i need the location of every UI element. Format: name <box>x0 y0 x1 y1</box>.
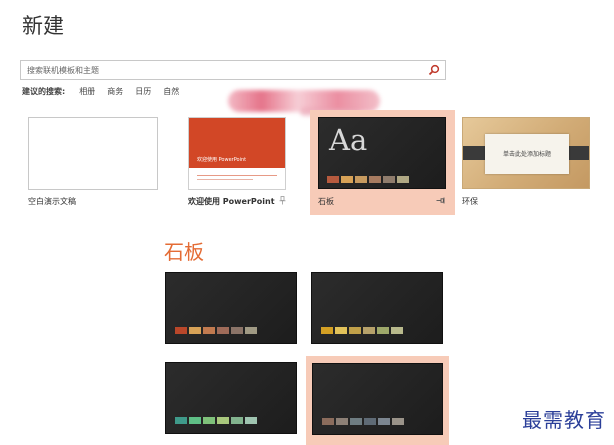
theme-preview-title: 石板 <box>164 240 204 264</box>
eco-thumb-text: 单击此处添加标题 <box>502 151 551 158</box>
template-thumbnail[interactable]: 欢迎使用 PowerPoint <box>188 117 286 190</box>
theme-variant-1[interactable] <box>165 272 297 344</box>
template-label: 欢迎使用 PowerPoint <box>188 197 275 206</box>
search-box[interactable] <box>20 60 446 80</box>
suggestion-link-calendar[interactable]: 日历 <box>135 86 151 97</box>
pin-icon[interactable] <box>279 196 286 205</box>
color-swatch <box>245 417 257 424</box>
color-swatch <box>383 176 395 183</box>
template-thumbnail[interactable] <box>28 117 158 190</box>
slate-thumb-text: Aa <box>329 123 368 157</box>
suggested-searches: 建议的搜索: 相册 商务 日历 自然 <box>22 86 191 97</box>
color-swatch <box>217 417 229 424</box>
color-swatch <box>397 176 409 183</box>
theme-variant-3[interactable] <box>165 362 297 434</box>
color-swatch <box>327 176 339 183</box>
eco-title-card: 单击此处添加标题 <box>485 134 569 174</box>
search-icon[interactable] <box>428 64 440 76</box>
color-swatch <box>322 418 334 425</box>
color-swatch <box>335 327 347 334</box>
color-swatch <box>369 176 381 183</box>
color-swatch <box>245 327 257 334</box>
color-swatch <box>189 327 201 334</box>
color-swatch <box>231 417 243 424</box>
color-swatch <box>203 327 215 334</box>
suggestion-link-business[interactable]: 商务 <box>107 86 123 97</box>
color-swatch <box>321 327 333 334</box>
pin-icon[interactable] <box>436 197 445 204</box>
template-eco[interactable]: 单击此处添加标题 环保 <box>462 117 592 212</box>
theme-variant-2[interactable] <box>311 272 443 344</box>
color-swatch <box>336 418 348 425</box>
color-swatch <box>391 327 403 334</box>
color-swatch <box>364 418 376 425</box>
template-welcome-powerpoint[interactable]: 欢迎使用 PowerPoint 欢迎使用 PowerPoint <box>188 117 308 212</box>
welcome-thumb-line <box>197 179 253 180</box>
color-swatch <box>355 176 367 183</box>
suggestion-link-nature[interactable]: 自然 <box>163 86 179 97</box>
color-swatch <box>175 417 187 424</box>
color-swatch <box>392 418 404 425</box>
template-slate[interactable]: Aa 石板 <box>318 117 448 212</box>
search-input[interactable] <box>21 61 421 79</box>
color-swatch <box>378 418 390 425</box>
color-swatch <box>341 176 353 183</box>
template-blank-presentation[interactable]: 空白演示文稿 <box>28 117 160 212</box>
color-swatch <box>203 417 215 424</box>
color-swatches <box>321 327 405 334</box>
page-title: 新建 <box>22 14 64 38</box>
template-label: 环保 <box>462 197 478 206</box>
color-swatch <box>377 327 389 334</box>
watermark-text: 最需教育 <box>522 408 606 432</box>
template-label: 石板 <box>318 197 334 206</box>
suggested-searches-label: 建议的搜索: <box>22 87 66 96</box>
color-swatches <box>322 418 406 425</box>
suggestion-link-album[interactable]: 相册 <box>79 86 95 97</box>
color-swatches <box>175 417 259 424</box>
color-swatch <box>217 327 229 334</box>
color-swatches <box>175 327 259 334</box>
color-swatch <box>231 327 243 334</box>
template-thumbnail[interactable]: 单击此处添加标题 <box>462 117 590 189</box>
welcome-thumb-line <box>197 175 277 176</box>
color-swatch <box>350 418 362 425</box>
welcome-thumb-text: 欢迎使用 PowerPoint <box>197 157 247 163</box>
color-swatch <box>175 327 187 334</box>
color-swatch <box>189 417 201 424</box>
template-thumbnail[interactable]: Aa <box>318 117 446 189</box>
color-swatches <box>327 176 411 183</box>
template-label: 空白演示文稿 <box>28 197 76 206</box>
color-swatch <box>349 327 361 334</box>
theme-variant-4[interactable] <box>312 363 443 435</box>
color-swatch <box>363 327 375 334</box>
